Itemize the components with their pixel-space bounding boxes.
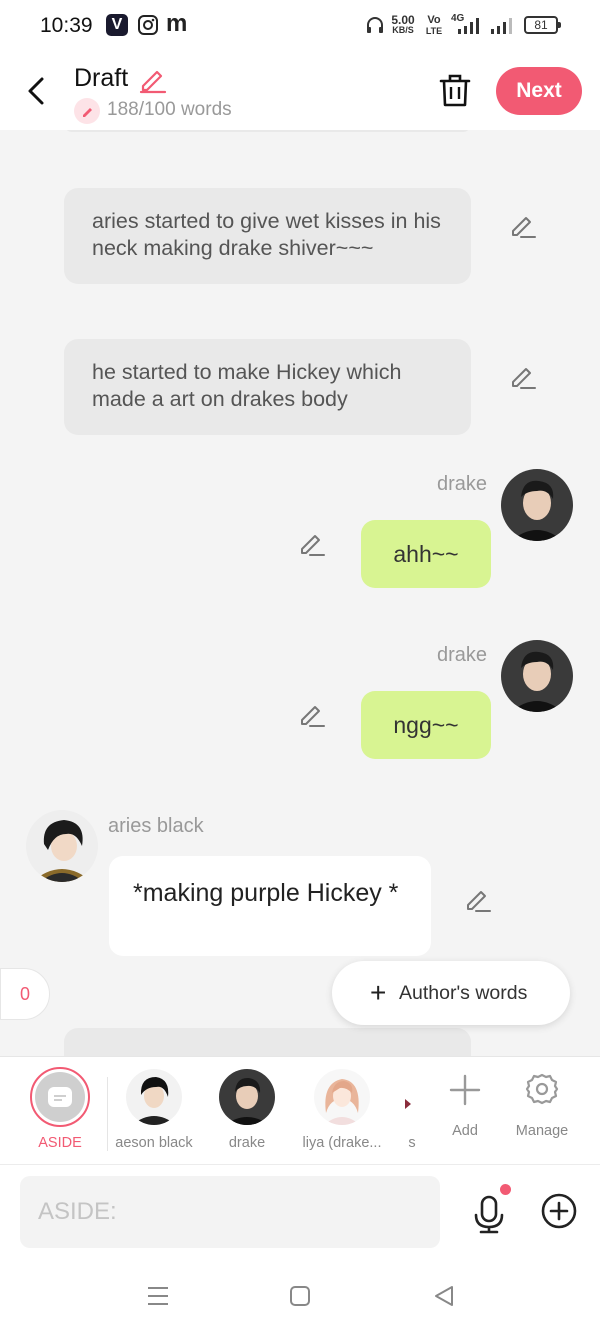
liya-avatar[interactable]	[314, 1069, 370, 1125]
chat-bubble-right[interactable]: ahh~~	[361, 520, 491, 588]
menu-icon[interactable]	[146, 1285, 170, 1307]
plus-circle-icon[interactable]	[540, 1192, 578, 1230]
net-speed: 5.00 KB/S	[388, 14, 418, 35]
trash-icon[interactable]	[438, 72, 472, 108]
edit-message-icon[interactable]	[462, 884, 492, 914]
message-input[interactable]	[20, 1176, 440, 1248]
chat-bubble-right[interactable]: ngg~~	[361, 691, 491, 759]
status-bar: 10:39 V m 5.00 KB/S Vo LTE 4G 81	[0, 0, 600, 52]
character-label: aeson black	[115, 1135, 193, 1151]
gear-icon	[525, 1073, 559, 1105]
input-bar	[0, 1164, 600, 1258]
drake-character-avatar[interactable]	[219, 1069, 275, 1125]
aeson-black-avatar[interactable]	[126, 1069, 182, 1125]
aries-black-avatar[interactable]	[26, 810, 98, 882]
narration-message[interactable]: aries started to give wet kisses in his …	[64, 188, 471, 284]
narration-message[interactable]: he started to make Hickey which made a a…	[64, 339, 471, 435]
battery-icon: 81	[524, 16, 561, 34]
character-bar: ASIDE aeson black drake liya (drake... s…	[0, 1056, 600, 1164]
next-button[interactable]: Next	[496, 67, 582, 115]
home-icon[interactable]	[289, 1285, 311, 1307]
edit-title-icon[interactable]	[137, 64, 167, 94]
manage-button[interactable]: Manage	[510, 1067, 574, 1147]
aside-character[interactable]	[30, 1067, 90, 1127]
chat-area[interactable]: aries started to give wet kisses in his …	[0, 130, 600, 1056]
signal-icon-2	[491, 18, 512, 34]
authors-words-label: Author's words	[399, 982, 528, 1004]
microphone-button[interactable]	[470, 1184, 511, 1235]
top-header: Draft 188/100 words Next	[0, 52, 600, 130]
net-speed-unit: KB/S	[392, 25, 414, 35]
edit-message-icon[interactable]	[507, 361, 537, 391]
status-time: 10:39	[40, 14, 93, 37]
partial-character-avatar[interactable]	[405, 1069, 415, 1125]
message-text: ahh~~	[393, 541, 459, 567]
word-count-icon	[74, 98, 100, 124]
volte-indicator: Vo LTE	[423, 15, 445, 37]
message-text: *making purple Hickey *	[133, 879, 399, 907]
word-count: 188/100 words	[107, 99, 232, 120]
character-label: liya (drake...	[302, 1135, 382, 1151]
narration-fragment-bottom	[64, 1028, 471, 1056]
back-nav-icon[interactable]	[432, 1284, 456, 1308]
add-label: Add	[452, 1123, 478, 1139]
lte-label: LTE	[425, 26, 443, 36]
app-v-icon: V	[106, 14, 128, 36]
signal-icon-1	[458, 18, 479, 34]
chat-bubble-left[interactable]: *making purple Hickey *	[109, 856, 431, 956]
character-label: ASIDE	[38, 1135, 82, 1151]
notification-dot	[500, 1184, 511, 1195]
edit-message-icon[interactable]	[296, 528, 326, 558]
aside-icon	[48, 1087, 72, 1107]
add-character-button[interactable]: Add	[440, 1067, 490, 1147]
narration-fragment-top	[64, 130, 471, 132]
character-label: s	[408, 1135, 416, 1151]
volte-label: Vo	[427, 14, 441, 26]
plus-icon: +	[370, 977, 387, 1008]
authors-words-button[interactable]: + Author's words	[332, 961, 570, 1025]
app-m-icon: m	[166, 10, 188, 37]
sender-name: aries black	[108, 815, 204, 837]
character-label: drake	[228, 1135, 266, 1151]
sender-name: drake	[437, 473, 488, 495]
system-nav-bar	[0, 1258, 600, 1333]
message-text: ngg~~	[393, 712, 459, 738]
drake-avatar[interactable]	[501, 469, 573, 541]
plus-icon	[449, 1074, 481, 1106]
drake-avatar[interactable]	[501, 640, 573, 712]
instagram-icon	[138, 15, 158, 35]
side-count-badge[interactable]: 0	[0, 968, 50, 1020]
narration-text: aries started to give wet kisses in his …	[92, 209, 441, 260]
sender-name: drake	[437, 644, 488, 666]
microphone-icon	[474, 1195, 504, 1234]
page-title: Draft	[74, 64, 129, 92]
character-divider	[107, 1077, 108, 1151]
headphones-icon	[367, 17, 383, 33]
manage-label: Manage	[515, 1123, 569, 1139]
narration-text: he started to make Hickey which made a a…	[92, 360, 402, 411]
edit-message-icon[interactable]	[296, 699, 326, 729]
edit-message-icon[interactable]	[507, 210, 537, 240]
back-arrow-icon[interactable]	[24, 74, 50, 108]
